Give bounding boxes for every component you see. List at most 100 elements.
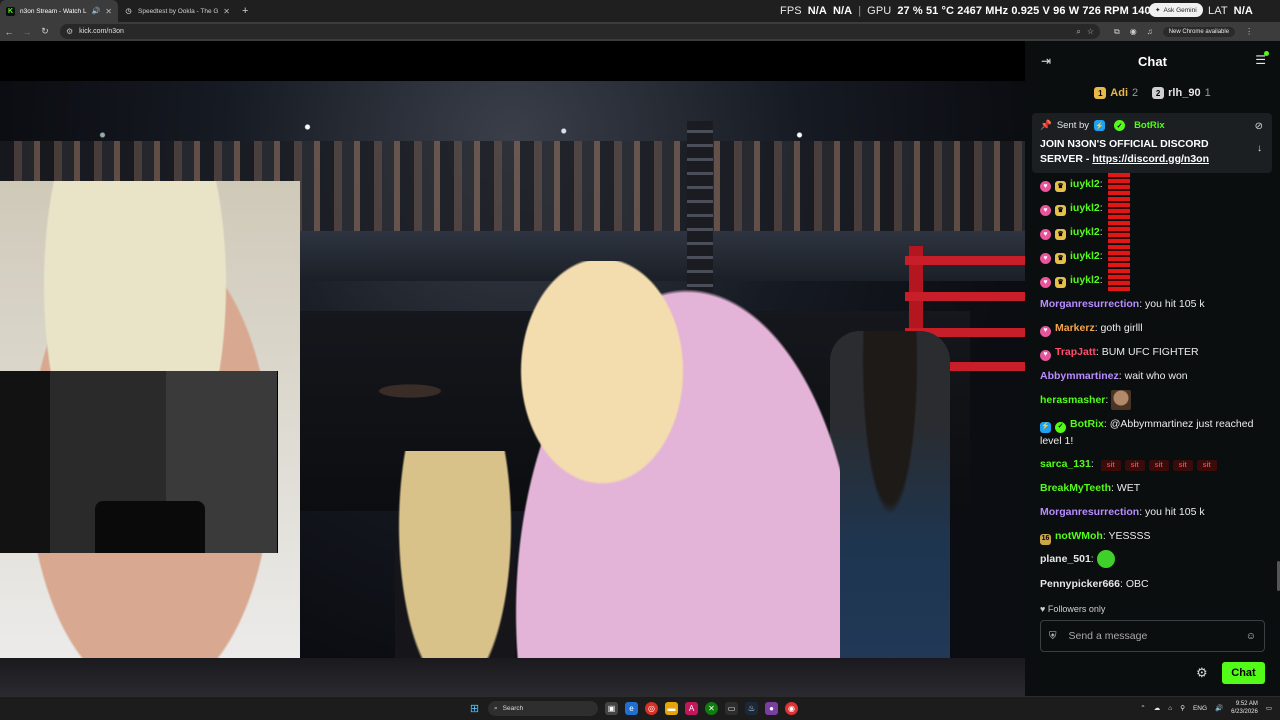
chat-username[interactable]: Abbymmartinez — [1040, 370, 1119, 382]
obs-icon[interactable]: ● — [765, 702, 778, 715]
face-emote-icon — [1111, 390, 1132, 410]
sub-badge-icon: ♥ — [1040, 349, 1051, 361]
steam-icon[interactable]: ♨ — [745, 702, 758, 715]
volume-icon[interactable]: 🔊 — [1215, 704, 1223, 712]
video-player[interactable] — [0, 41, 1025, 696]
url-text[interactable]: kick.com/n3on — [79, 28, 1070, 35]
chat-username[interactable]: Pennypicker666 — [1040, 578, 1120, 590]
clock[interactable]: 9:52 AM 6/23/2026 — [1231, 700, 1258, 716]
chat-text: YESSSS — [1108, 530, 1151, 542]
collapse-chat-icon[interactable]: ⇥ — [1041, 54, 1051, 68]
cloud-icon[interactable]: ☁ — [1154, 704, 1161, 712]
leaderboard-name: rlh_90 — [1168, 87, 1201, 99]
emoji-icon[interactable]: ☺ — [1246, 631, 1256, 642]
send-chat-button[interactable]: Chat — [1222, 662, 1265, 684]
back-icon[interactable]: ← — [0, 27, 18, 37]
zoom-icon[interactable]: ⌕ — [1076, 27, 1080, 37]
new-tab-button[interactable]: + — [236, 5, 254, 17]
hide-pin-icon[interactable]: ⊘ — [1255, 121, 1263, 132]
app-icon[interactable]: ◉ — [785, 702, 798, 715]
taskbar-search[interactable]: ⌕ Search — [488, 701, 598, 716]
chat-username[interactable]: Morganresurrection — [1040, 506, 1139, 518]
speaker-icon[interactable]: 🔊 — [92, 7, 101, 15]
chat-username[interactable]: herasmasher — [1040, 394, 1105, 406]
network-icon[interactable]: ⌂ — [1168, 705, 1172, 712]
close-tab-icon[interactable]: ✕ — [223, 7, 230, 16]
task-view-icon[interactable]: ▣ — [605, 702, 618, 715]
menu-kebab-icon[interactable]: ⋮ — [1245, 27, 1253, 36]
bot-badge-icon: ⚡ — [1094, 120, 1106, 131]
chat-username[interactable]: BreakMyTeeth — [1040, 482, 1111, 494]
chat-settings-gear-icon[interactable]: ⚙ — [1196, 665, 1208, 681]
chat-users-icon[interactable]: ☰ — [1255, 51, 1269, 67]
verified-badge-icon: ✓ — [1055, 421, 1066, 433]
windows-start-icon[interactable]: ⊞ — [468, 702, 481, 715]
woman-pink-hoodie — [500, 261, 840, 696]
edge-icon[interactable]: e — [625, 702, 638, 715]
media-icon[interactable]: ♫ — [1147, 27, 1153, 36]
reload-icon[interactable]: ↻ — [36, 26, 54, 37]
chrome-icon[interactable]: ◎ — [645, 702, 658, 715]
adobe-icon[interactable]: A — [685, 702, 698, 715]
close-tab-icon[interactable]: ✕ — [105, 7, 112, 16]
gpu-label: GPU — [867, 5, 892, 17]
mic-icon[interactable]: ⚲ — [1180, 704, 1185, 712]
chat-username[interactable]: sarca_131 — [1040, 458, 1091, 470]
omnibox[interactable]: ⚙ kick.com/n3on ⌕ ☆ — [60, 24, 1100, 39]
tab-kick-stream[interactable]: K n3on Stream - Watch Live o 🔊 ✕ — [0, 0, 118, 22]
xbox-icon[interactable]: ✕ — [705, 702, 718, 715]
lat-value: N/A — [1233, 5, 1253, 17]
extensions-icon[interactable]: ⧉ — [1114, 27, 1120, 37]
crown-badge-icon: ♛ — [1055, 277, 1066, 289]
pinned-message[interactable]: 📌 Sent by ⚡ ✓ BotRix JOIN N3ON'S OFFICIA… — [1032, 113, 1272, 173]
sub-badge-icon: ♥ — [1040, 277, 1051, 289]
chat-username[interactable]: iuykl2 — [1070, 250, 1100, 262]
leaderboard-name: Adi — [1110, 87, 1129, 99]
discord-link[interactable]: https://discord.gg/n3on — [1092, 153, 1209, 165]
chat-username[interactable]: BotRix — [1070, 418, 1104, 430]
expand-pin-icon[interactable]: ↓ — [1257, 143, 1262, 154]
profile-icon[interactable]: ◉ — [1130, 27, 1137, 36]
notification-icon[interactable]: ▭ — [1266, 704, 1272, 712]
language-indicator[interactable]: ENG — [1193, 705, 1207, 712]
bookmark-star-icon[interactable]: ☆ — [1087, 27, 1094, 36]
new-chrome-available-button[interactable]: New Chrome available — [1162, 26, 1236, 37]
chat-username[interactable]: plane_501 — [1040, 553, 1091, 565]
chat-message: Pennypicker666: OBC — [1040, 578, 1149, 590]
chat-username[interactable]: TrapJatt — [1055, 346, 1096, 358]
shield-icon[interactable]: ⛨ — [1049, 631, 1057, 642]
forward-icon[interactable]: → — [18, 27, 36, 37]
chat-username[interactable]: Markerz — [1055, 322, 1095, 334]
bang-emote-icon — [1107, 197, 1130, 219]
leaderboard-item[interactable]: 2 rlh_90 1 — [1152, 87, 1211, 99]
site-info-icon[interactable]: ⚙ — [66, 27, 73, 36]
chat-input-placeholder[interactable]: Send a message — [1069, 630, 1234, 642]
chat-username[interactable]: iuykl2 — [1070, 274, 1100, 286]
kick-favicon-icon: K — [6, 6, 15, 16]
ask-gemini-button[interactable]: ✦ Ask Gemini — [1149, 3, 1203, 17]
gift-leaderboard: 1 Adi 2 2 rlh_90 1 — [1025, 81, 1280, 105]
standing-man — [830, 331, 950, 691]
pinned-bot-name[interactable]: BotRix — [1134, 120, 1165, 131]
leaderboard-item[interactable]: 1 Adi 2 — [1094, 87, 1138, 99]
fps-value: N/A — [807, 5, 827, 17]
terminal-icon[interactable]: ▭ — [725, 702, 738, 715]
chat-input[interactable]: ⛨ Send a message ☺ — [1040, 620, 1265, 652]
chevron-up-icon[interactable]: ⌃ — [1140, 704, 1145, 712]
chat-username[interactable]: iuykl2 — [1070, 226, 1100, 238]
gpu-stats: 27 % 51 °C 2467 MHz 0.925 V 96 W 726 RPM… — [897, 5, 1190, 17]
chat-username[interactable]: iuykl2 — [1070, 178, 1100, 190]
verified-badge-icon: ✓ — [1114, 120, 1126, 131]
system-tray: ⌃ ☁ ⌂ ⚲ ENG 🔊 9:52 AM 6/23/2026 ▭ — [1140, 700, 1272, 716]
tab-speedtest[interactable]: ◷ Speedtest by Ookla - The Globa ✕ — [118, 0, 236, 22]
search-icon: ⌕ — [494, 704, 498, 712]
chat-username[interactable]: iuykl2 — [1070, 202, 1100, 214]
floor — [0, 658, 1025, 696]
leaderboard-count: 1 — [1204, 87, 1211, 99]
chat-username[interactable]: Morganresurrection — [1040, 298, 1139, 310]
file-explorer-icon[interactable]: ▬ — [665, 702, 678, 715]
chat-message: plane_501: — [1040, 550, 1270, 568]
chat-message: ♥ ♛ iuykl2: — [1040, 197, 1270, 219]
chat-username[interactable]: notWMoh — [1055, 530, 1103, 542]
crown-badge-icon: ♛ — [1055, 253, 1066, 265]
